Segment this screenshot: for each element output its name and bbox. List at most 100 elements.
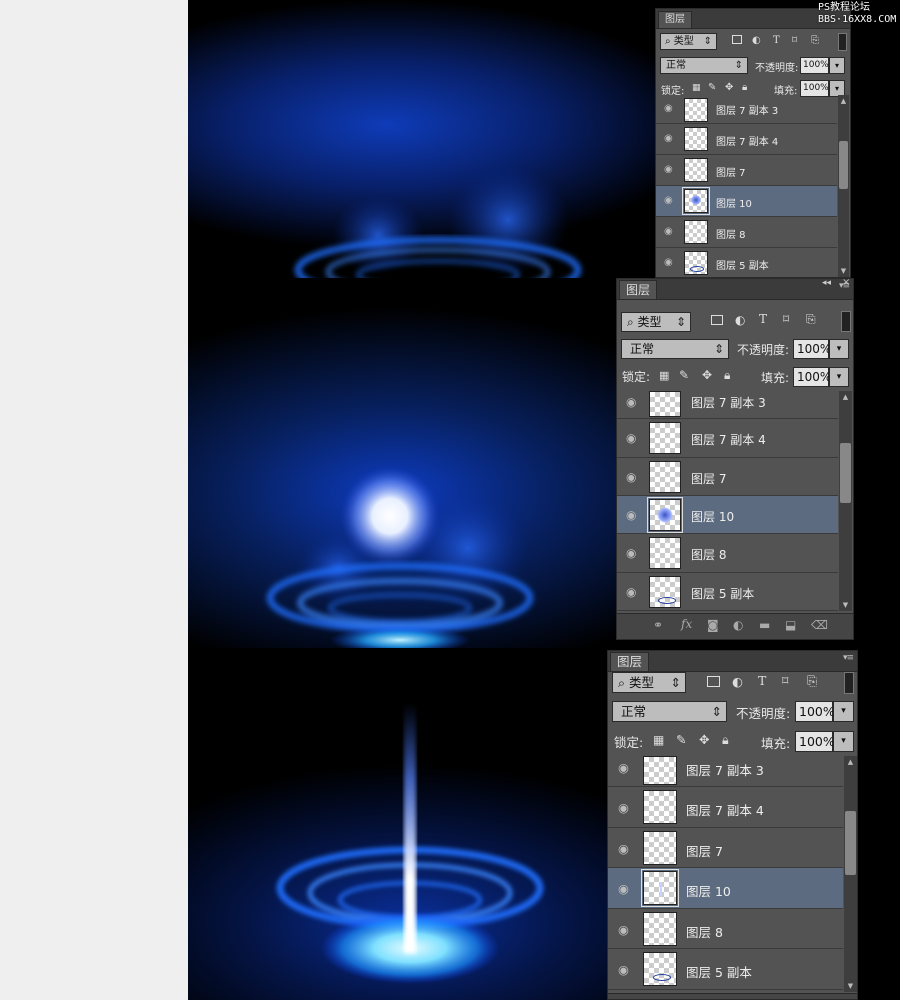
layer-row[interactable]: ◉ 图层 8 <box>608 909 843 949</box>
lock-transparent-pixels-icon[interactable]: ▦ <box>653 733 664 747</box>
text-filter-icon[interactable]: T <box>773 35 780 46</box>
opacity-input[interactable]: 100% <box>793 339 831 359</box>
layer-row[interactable]: ◉ 图层 7 <box>617 458 838 496</box>
shape-filter-icon[interactable]: ⌑ <box>792 35 797 46</box>
shape-filter-icon[interactable]: ⌑ <box>783 312 789 326</box>
adjustment-filter-icon[interactable]: ◐ <box>752 35 761 46</box>
adjustment-filter-icon[interactable]: ◐ <box>732 674 743 689</box>
layer-row[interactable]: ◉ 图层 8 <box>656 217 837 248</box>
eye-icon[interactable]: ◉ <box>626 508 636 522</box>
lock-position-icon[interactable]: ✥ <box>702 368 712 382</box>
scroll-up-icon[interactable]: ▲ <box>844 758 857 766</box>
layer-row[interactable]: ◉ 图层 7 副本 4 <box>617 419 838 458</box>
layer-scrollbar[interactable]: ▲ ▼ <box>839 391 852 611</box>
eye-icon[interactable]: ◉ <box>664 103 673 114</box>
layer-row[interactable]: ◉ 图层 7 <box>656 155 837 186</box>
opacity-dropdown-button[interactable]: ▾ <box>829 57 845 74</box>
fill-input[interactable]: 100% <box>793 367 831 387</box>
close-icon[interactable]: × <box>842 279 850 288</box>
layer-scrollbar[interactable]: ▲ ▼ <box>844 756 857 992</box>
eye-icon[interactable]: ◉ <box>618 841 629 856</box>
filter-type-select[interactable]: ⌕ 类型 ⇕ <box>621 312 691 332</box>
layer-row[interactable]: ◉ 图层 7 副本 4 <box>656 124 837 155</box>
eye-icon[interactable]: ◉ <box>626 395 636 409</box>
filter-toggle-switch[interactable] <box>841 311 851 332</box>
text-filter-icon[interactable]: T <box>758 673 766 688</box>
opacity-dropdown-button[interactable]: ▾ <box>829 339 849 359</box>
eye-icon[interactable]: ◉ <box>626 546 636 560</box>
layer-row[interactable]: ◉ 图层 5 副本 <box>608 949 843 990</box>
link-icon[interactable]: ⚭ <box>653 618 663 632</box>
lock-all-icon[interactable]: 🔒︎ <box>722 732 729 748</box>
lock-all-icon[interactable]: 🔒︎ <box>724 368 730 383</box>
layer-row[interactable]: ◉ 图层 7 副本 3 <box>608 756 843 787</box>
fx-icon[interactable]: fx <box>681 617 692 631</box>
scroll-up-icon[interactable]: ▲ <box>838 97 849 105</box>
filter-type-select[interactable]: ⌕ 类型 ⇕ <box>660 33 717 50</box>
blend-mode-select[interactable]: 正常 ⇕ <box>612 701 727 722</box>
filter-type-select[interactable]: ⌕ 类型 ⇕ <box>612 672 686 693</box>
layer-row[interactable]: ◉ 图层 7 副本 4 <box>608 787 843 828</box>
tab-layers[interactable]: 图层 <box>619 280 658 299</box>
lock-image-pixels-icon[interactable]: ✎ <box>708 82 716 93</box>
collapse-arrows-icon[interactable]: ◂◂ <box>822 279 831 288</box>
smart-object-filter-icon[interactable]: ⎘ <box>811 35 819 46</box>
layer-row[interactable]: ◉ 图层 7 副本 3 <box>656 95 837 124</box>
smart-object-filter-icon[interactable]: ⎘ <box>807 673 817 689</box>
blend-mode-select[interactable]: 正常 ⇕ <box>660 57 748 74</box>
eye-icon[interactable]: ◉ <box>664 133 673 144</box>
fill-dropdown-button[interactable]: ▾ <box>833 731 854 752</box>
opacity-input[interactable]: 100% <box>800 57 829 74</box>
layer-row[interactable]: ◉ 图层 5 副本 <box>617 573 838 611</box>
pixel-filter-icon[interactable] <box>707 675 720 690</box>
pixel-filter-icon[interactable] <box>711 314 723 328</box>
eye-icon[interactable]: ◉ <box>618 800 629 815</box>
eye-icon[interactable]: ◉ <box>626 470 636 484</box>
blend-mode-select[interactable]: 正常 ⇕ <box>621 339 729 359</box>
mask-icon[interactable]: ◙ <box>707 618 719 632</box>
eye-icon[interactable]: ◉ <box>618 881 629 896</box>
scroll-down-icon[interactable]: ▼ <box>838 267 849 275</box>
eye-icon[interactable]: ◉ <box>618 962 629 977</box>
adjustment-icon[interactable]: ◐ <box>733 618 743 632</box>
fill-input[interactable]: 100% <box>795 731 835 752</box>
text-filter-icon[interactable]: T <box>759 312 767 326</box>
opacity-input[interactable]: 100% <box>795 701 835 722</box>
eye-icon[interactable]: ◉ <box>618 760 629 775</box>
layer-row-selected[interactable]: ◉ 图层 10 <box>608 868 843 909</box>
shape-filter-icon[interactable]: ⌑ <box>782 673 788 688</box>
adjustment-filter-icon[interactable]: ◐ <box>735 313 745 327</box>
lock-position-icon[interactable]: ✥ <box>725 82 733 93</box>
fill-dropdown-button[interactable]: ▾ <box>829 367 849 387</box>
opacity-dropdown-button[interactable]: ▾ <box>833 701 854 722</box>
lock-image-pixels-icon[interactable]: ✎ <box>679 368 689 382</box>
filter-toggle-switch[interactable] <box>844 672 854 694</box>
folder-icon[interactable]: ▬ <box>759 618 770 632</box>
scroll-down-icon[interactable]: ▼ <box>839 601 852 609</box>
layer-row-selected[interactable]: ◉ 图层 10 <box>617 496 838 534</box>
layer-row[interactable]: ◉ 图层 7 <box>608 828 843 868</box>
eye-icon[interactable]: ◉ <box>626 585 636 599</box>
scrollbar-thumb[interactable] <box>840 443 851 503</box>
eye-icon[interactable]: ◉ <box>664 257 673 268</box>
trash-icon[interactable]: ⌫ <box>811 618 828 632</box>
layer-scrollbar[interactable]: ▲ ▼ <box>838 95 849 277</box>
layer-row[interactable]: ◉ 图层 5 副本 <box>656 248 837 277</box>
eye-icon[interactable]: ◉ <box>664 226 673 237</box>
panel-menu-icon[interactable]: ▾≡ <box>843 653 854 663</box>
scroll-down-icon[interactable]: ▼ <box>844 982 857 990</box>
tab-layers[interactable]: 图层 <box>658 11 692 28</box>
tab-layers[interactable]: 图层 <box>610 652 650 671</box>
layer-row[interactable]: ◉ 图层 7 副本 3 <box>617 391 838 419</box>
eye-icon[interactable]: ◉ <box>626 431 636 445</box>
new-layer-icon[interactable]: ⬓ <box>785 618 796 632</box>
eye-icon[interactable]: ◉ <box>618 922 629 937</box>
scroll-up-icon[interactable]: ▲ <box>839 393 852 401</box>
scrollbar-thumb[interactable] <box>845 811 856 875</box>
scrollbar-thumb[interactable] <box>839 141 848 189</box>
eye-icon[interactable]: ◉ <box>664 164 673 175</box>
layer-row[interactable]: ◉ 图层 8 <box>617 534 838 573</box>
pixel-filter-icon[interactable] <box>732 35 742 47</box>
lock-transparent-pixels-icon[interactable]: ▦ <box>659 369 669 382</box>
layer-row-selected[interactable]: ◉ 图层 10 <box>656 186 837 217</box>
